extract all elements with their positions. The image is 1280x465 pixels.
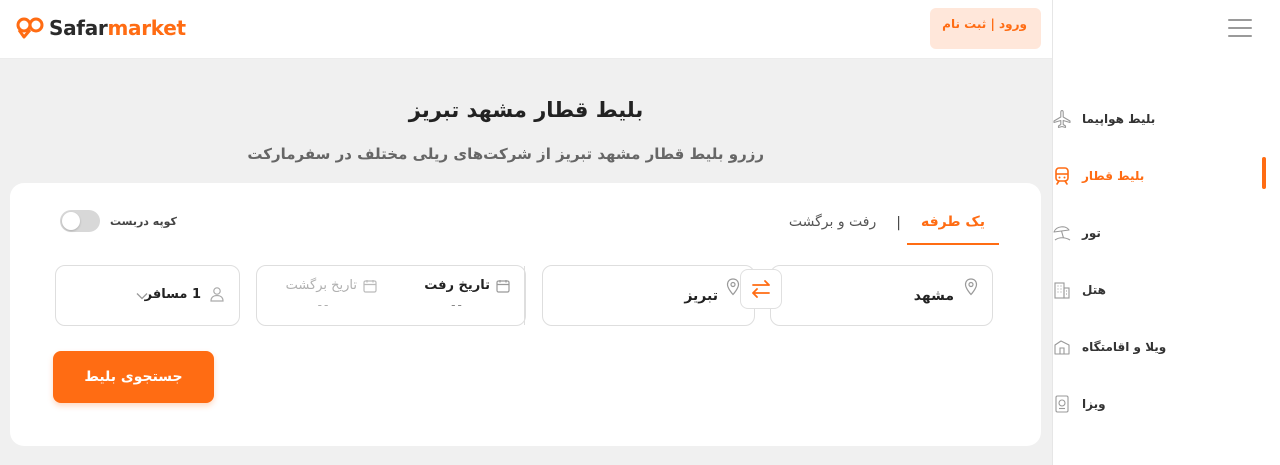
sidebar-item-label: بلیط هواپیما bbox=[1082, 111, 1156, 126]
sidebar-item-label: بلیط قطار bbox=[1082, 168, 1145, 183]
location-pin-icon bbox=[726, 278, 740, 296]
sidebar: بلیط هواپیما بلیط قطار تور هتل ویلا و اق… bbox=[1052, 0, 1280, 465]
chevron-down-icon bbox=[136, 293, 148, 300]
depart-date-label: تاریخ رفت bbox=[424, 278, 490, 293]
page-subtitle: رزرو بلیط قطار مشهد تبریز از شرکت‌های ری… bbox=[247, 145, 764, 163]
search-tickets-button[interactable]: جستجوی بلیط bbox=[53, 351, 214, 403]
safarmarket-logo[interactable]: Safarmarket bbox=[15, 15, 186, 41]
login-register-button[interactable]: ورود | ثبت نام bbox=[930, 8, 1041, 49]
logo-text: Safarmarket bbox=[49, 16, 186, 40]
calendar-icon bbox=[496, 279, 510, 293]
depart-date-field[interactable]: تاریخ رفت -- bbox=[391, 266, 525, 325]
return-date-label: تاریخ برگشت bbox=[285, 278, 357, 293]
sidebar-item-visa[interactable]: ویزا bbox=[1052, 375, 1280, 432]
sidebar-item-label: ویزا bbox=[1082, 396, 1106, 411]
hamburger-menu-icon[interactable] bbox=[1228, 19, 1252, 39]
sidebar-item-flight[interactable]: بلیط هواپیما bbox=[1052, 90, 1280, 147]
sidebar-item-train[interactable]: بلیط قطار bbox=[1052, 147, 1280, 204]
sidebar-item-hotel[interactable]: هتل bbox=[1052, 261, 1280, 318]
depart-date-label-row: تاریخ رفت bbox=[424, 278, 510, 293]
origin-value: مشهد bbox=[913, 288, 954, 304]
swap-arrows-icon bbox=[752, 280, 770, 298]
villa-icon bbox=[1054, 339, 1070, 355]
search-card: یک طرفه | رفت و برگشت کوپه دربست مشهد تب… bbox=[10, 183, 1041, 446]
page-title: بلیط قطار مشهد تبریز bbox=[408, 98, 644, 122]
return-date-value: -- bbox=[317, 298, 331, 312]
tab-round-trip[interactable]: رفت و برگشت bbox=[775, 201, 890, 245]
logo-mark-icon bbox=[16, 17, 44, 39]
swap-button[interactable] bbox=[740, 269, 782, 309]
passengers-row: 1 مسافر bbox=[145, 286, 225, 302]
tab-separator: | bbox=[896, 215, 901, 231]
return-date-field[interactable]: تاریخ برگشت -- bbox=[257, 266, 391, 325]
tour-icon bbox=[1053, 225, 1071, 240]
coupe-toggle[interactable] bbox=[60, 210, 100, 232]
return-date-label-row: تاریخ برگشت bbox=[286, 278, 377, 293]
tab-one-way[interactable]: یک طرفه bbox=[906, 201, 999, 245]
main-content: بلیط قطار مشهد تبریز رزرو بلیط قطار مشهد… bbox=[0, 59, 1052, 465]
depart-date-value: -- bbox=[451, 298, 464, 312]
dates-field: تاریخ برگشت -- تاریخ رفت -- bbox=[256, 265, 526, 326]
visa-icon bbox=[1055, 394, 1069, 413]
passengers-value: 1 مسافر bbox=[144, 286, 201, 302]
hotel-icon bbox=[1054, 281, 1070, 299]
sidebar-item-tour[interactable]: تور bbox=[1052, 204, 1280, 261]
trip-type-tabs: یک طرفه | رفت و برگشت bbox=[775, 201, 999, 245]
sidebar-nav: بلیط هواپیما بلیط قطار تور هتل ویلا و اق… bbox=[1052, 90, 1280, 432]
sidebar-item-villa[interactable]: ویلا و اقامتگاه bbox=[1052, 318, 1280, 375]
plane-icon bbox=[1053, 109, 1071, 128]
coupe-toggle-row[interactable]: کوپه دربست bbox=[60, 210, 177, 232]
calendar-icon bbox=[363, 279, 377, 293]
logo-text-part1: Safar bbox=[49, 16, 108, 40]
sidebar-item-label: هتل bbox=[1082, 282, 1106, 297]
toggle-knob bbox=[62, 212, 80, 230]
sidebar-item-label: ویلا و اقامتگاه bbox=[1082, 339, 1167, 354]
sidebar-item-label: تور bbox=[1082, 225, 1101, 240]
coupe-label: کوپه دربست bbox=[110, 214, 177, 228]
destination-field[interactable]: تبریز bbox=[542, 265, 755, 326]
destination-value: تبریز bbox=[684, 288, 718, 304]
passengers-field[interactable]: 1 مسافر bbox=[55, 265, 240, 326]
location-pin-icon bbox=[964, 278, 978, 296]
top-header: Safarmarket ورود | ثبت نام bbox=[0, 0, 1052, 59]
user-icon bbox=[210, 287, 224, 302]
logo-text-part2: market bbox=[107, 16, 186, 40]
train-icon bbox=[1055, 166, 1069, 185]
origin-field[interactable]: مشهد bbox=[770, 265, 993, 326]
